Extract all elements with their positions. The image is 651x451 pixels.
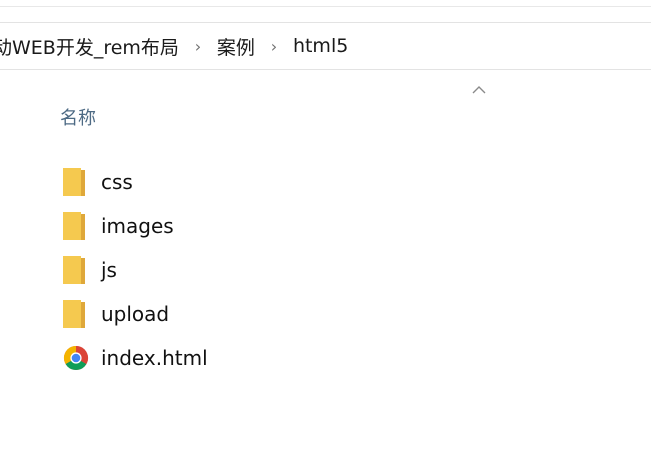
file-name: index.html xyxy=(101,346,208,370)
chevron-right-icon[interactable]: › xyxy=(181,37,215,56)
breadcrumb-item-examples[interactable]: 案例 xyxy=(215,33,257,60)
folder-icon xyxy=(63,211,93,241)
top-divider xyxy=(0,6,651,7)
folder-icon xyxy=(63,255,93,285)
column-header-name[interactable]: 名称 xyxy=(60,104,96,130)
list-item-images[interactable]: images xyxy=(63,204,208,248)
file-name: images xyxy=(101,214,174,238)
list-item-upload[interactable]: upload xyxy=(63,292,208,336)
list-item-index-html[interactable]: index.html xyxy=(63,336,208,380)
breadcrumb: 动WEB开发_rem布局 › 案例 › html5 xyxy=(0,23,350,69)
folder-icon xyxy=(63,299,93,329)
chevron-right-icon[interactable]: › xyxy=(257,37,291,56)
address-bar[interactable]: 动WEB开发_rem布局 › 案例 › html5 xyxy=(0,22,651,70)
file-name: js xyxy=(101,258,117,282)
list-item-js[interactable]: js xyxy=(63,248,208,292)
chevron-up-icon[interactable] xyxy=(470,84,488,96)
file-explorer: 动WEB开发_rem布局 › 案例 › html5 名称 css images … xyxy=(0,0,651,451)
file-name: upload xyxy=(101,302,170,326)
chrome-icon xyxy=(63,343,93,373)
file-list: css images js upload index.html xyxy=(63,160,208,380)
list-item-css[interactable]: css xyxy=(63,160,208,204)
file-name: css xyxy=(101,170,133,194)
folder-icon xyxy=(63,167,93,197)
breadcrumb-item-html5[interactable]: html5 xyxy=(291,35,350,57)
breadcrumb-item-mobile-web-rem[interactable]: 动WEB开发_rem布局 xyxy=(0,33,181,60)
